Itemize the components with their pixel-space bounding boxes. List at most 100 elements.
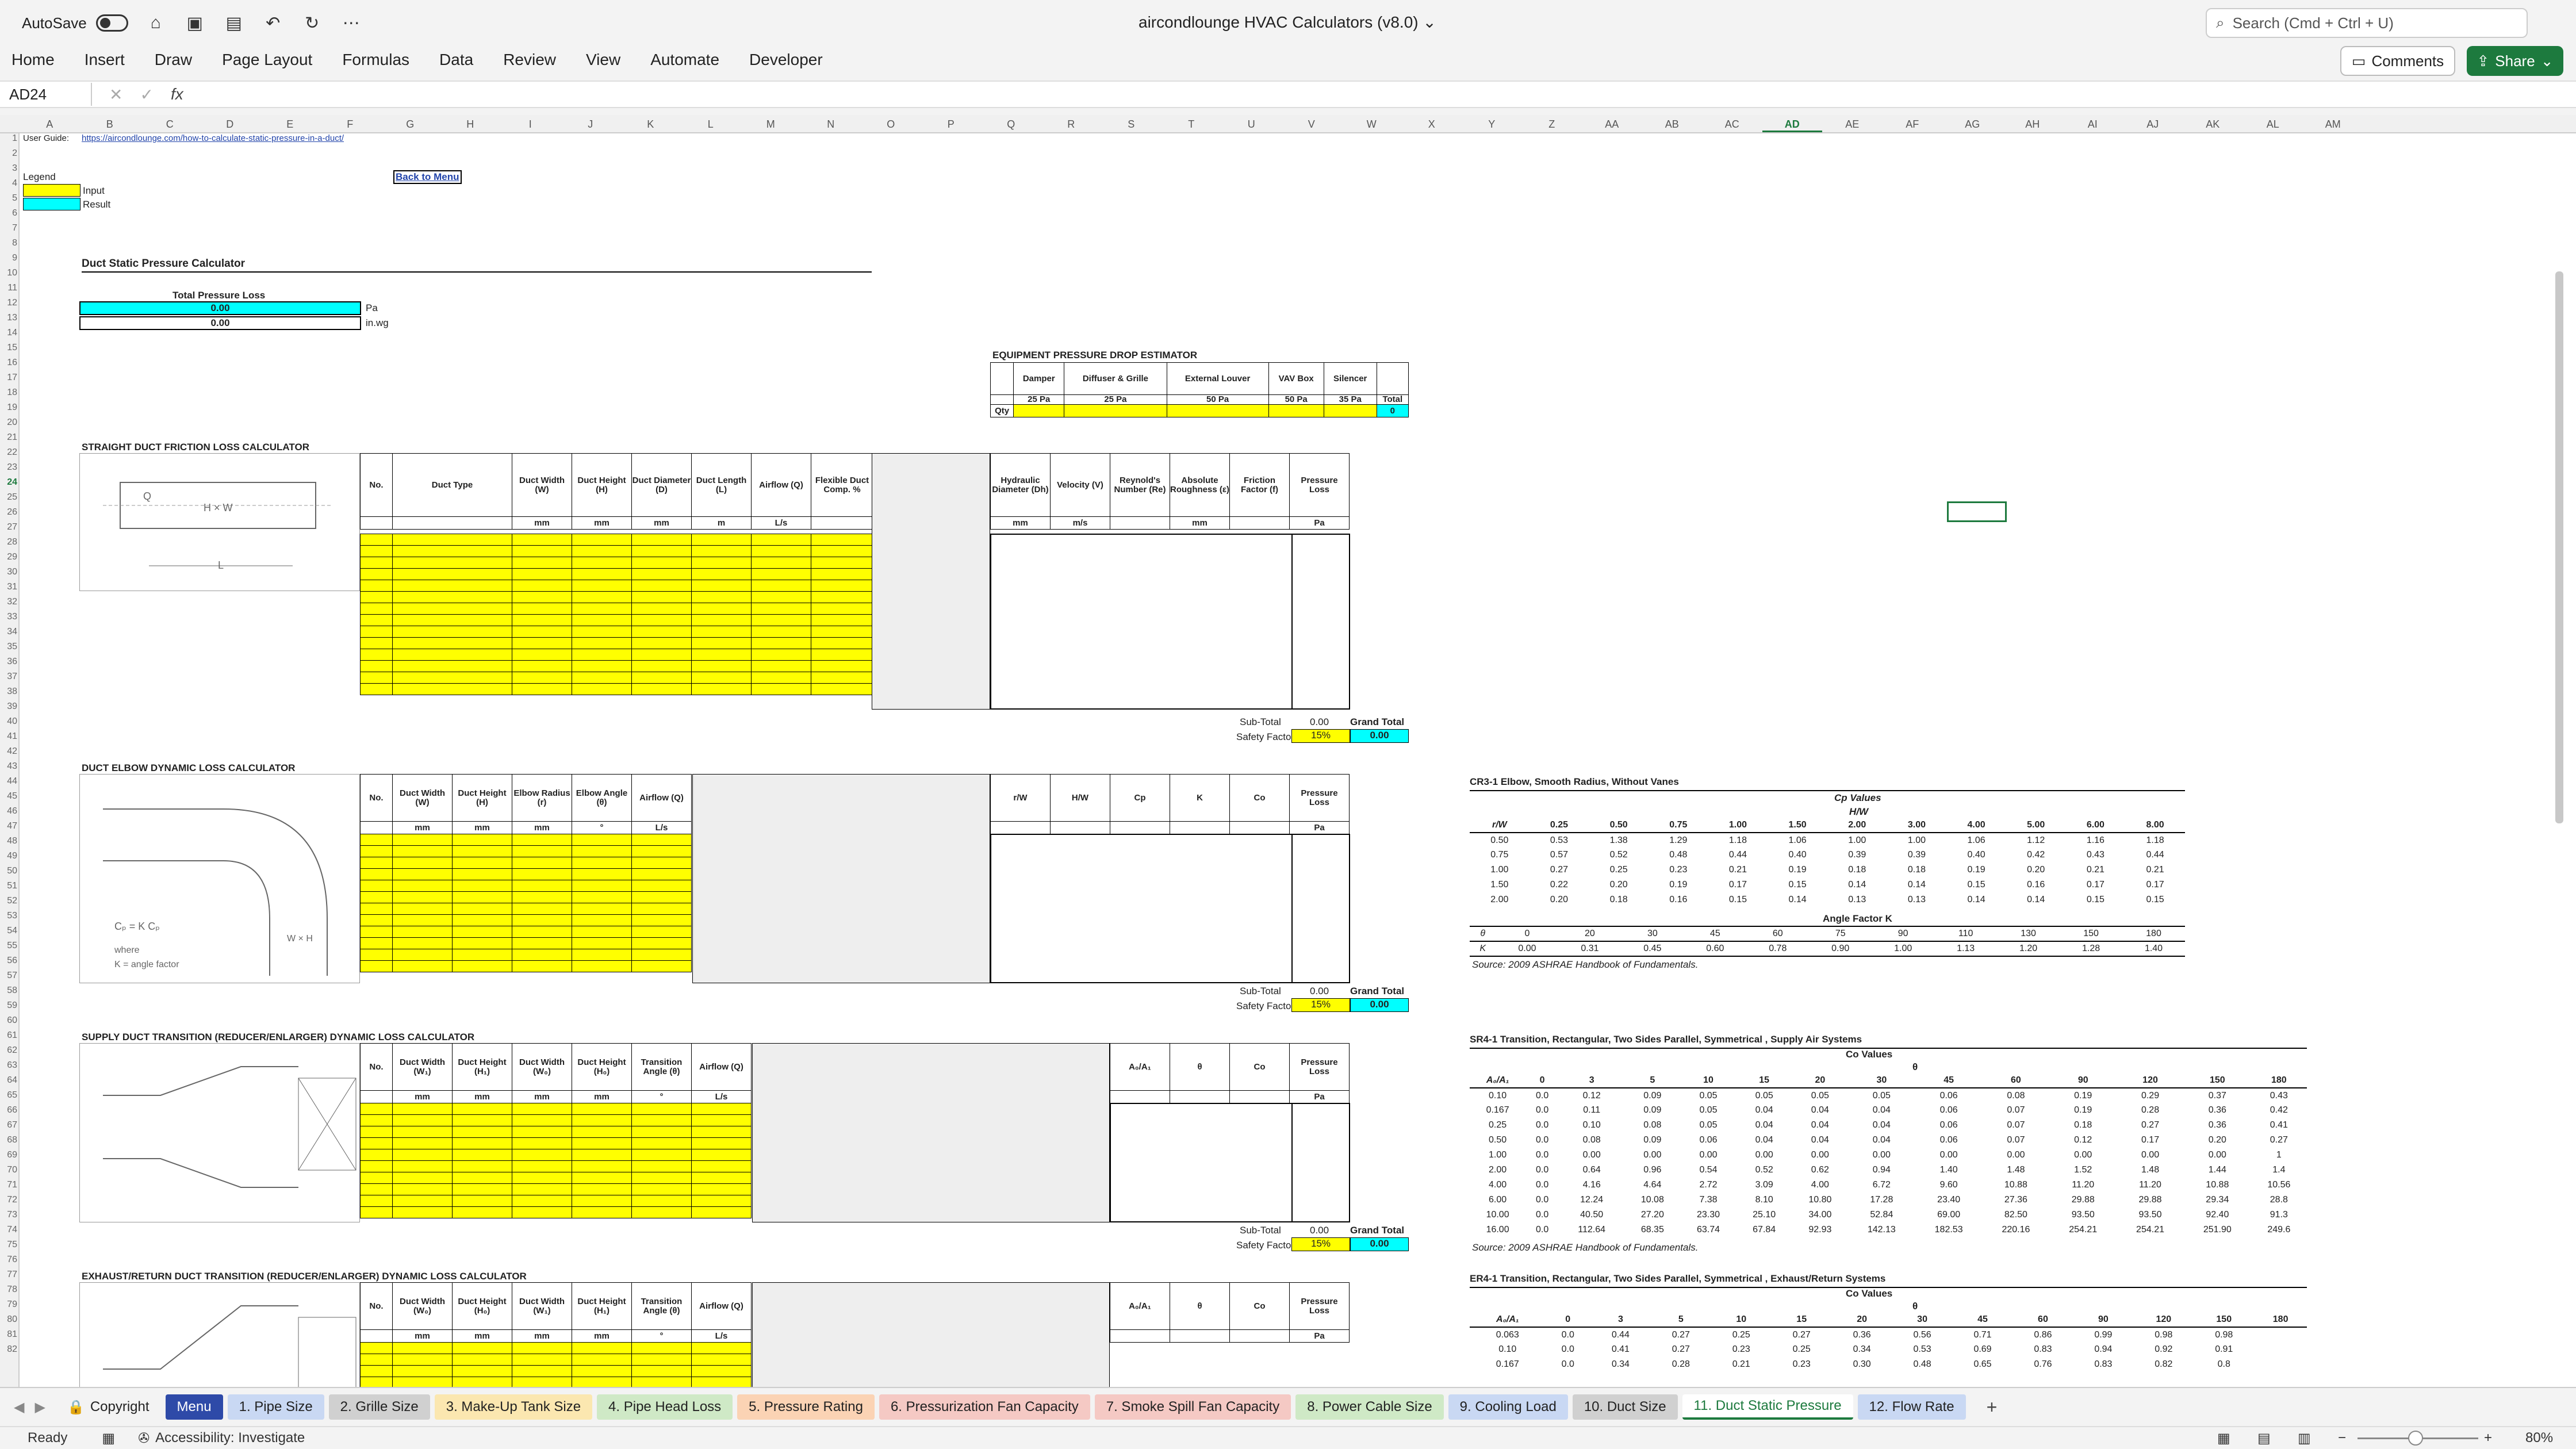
input-row[interactable]: [360, 557, 873, 569]
input-cell[interactable]: [572, 868, 632, 880]
row-number[interactable]: 2: [0, 148, 17, 159]
input-cell[interactable]: [572, 937, 632, 949]
input-cell[interactable]: [572, 545, 632, 557]
row-number[interactable]: 26: [0, 507, 17, 518]
macro-icon[interactable]: ▦: [102, 1430, 115, 1447]
input-cell[interactable]: [572, 637, 632, 649]
input-cell[interactable]: [572, 926, 632, 938]
input-cell[interactable]: [392, 1172, 453, 1184]
row-number[interactable]: 33: [0, 612, 17, 622]
input-row[interactable]: [360, 891, 692, 903]
input-cell[interactable]: [691, 603, 752, 615]
input-cell[interactable]: [691, 626, 752, 638]
ribbon-tab-review[interactable]: Review: [503, 51, 556, 69]
input-cell[interactable]: [631, 637, 692, 649]
input-cell[interactable]: [392, 591, 512, 603]
input-cell[interactable]: [631, 1354, 692, 1366]
input-row[interactable]: [360, 1365, 752, 1377]
input-cell[interactable]: [360, 1114, 393, 1126]
column-header-T[interactable]: T: [1162, 118, 1222, 131]
enter-icon[interactable]: ✓: [140, 85, 153, 104]
input-cell[interactable]: [360, 1103, 393, 1115]
input-cell[interactable]: [572, 1206, 632, 1218]
input-cell[interactable]: [631, 626, 692, 638]
row-number[interactable]: 25: [0, 492, 17, 503]
equip-qty-input[interactable]: [1013, 404, 1065, 417]
input-cell[interactable]: [691, 1183, 752, 1195]
input-cell[interactable]: [512, 683, 572, 695]
input-cell[interactable]: [360, 1365, 393, 1377]
input-cell[interactable]: [751, 660, 811, 672]
input-cell[interactable]: [452, 1149, 512, 1161]
row-number[interactable]: 62: [0, 1045, 17, 1056]
input-cell[interactable]: [512, 880, 572, 892]
zoom-level[interactable]: 80%: [2525, 1430, 2553, 1446]
column-header-E[interactable]: E: [260, 118, 320, 131]
input-cell[interactable]: [631, 603, 692, 615]
input-cell[interactable]: [631, 534, 692, 546]
row-number[interactable]: 58: [0, 986, 17, 996]
input-cell[interactable]: [392, 580, 512, 592]
input-row[interactable]: [360, 580, 873, 592]
input-cell[interactable]: [512, 834, 572, 846]
input-cell[interactable]: [751, 603, 811, 615]
column-header-Y[interactable]: Y: [1462, 118, 1522, 131]
input-cell[interactable]: [452, 926, 512, 938]
column-header-W[interactable]: W: [1341, 118, 1402, 131]
input-cell[interactable]: [572, 960, 632, 972]
column-header-AF[interactable]: AF: [1883, 118, 1943, 131]
input-cell[interactable]: [572, 834, 632, 846]
input-cell[interactable]: [392, 1126, 453, 1138]
equip-qty-input[interactable]: [1166, 404, 1269, 417]
input-cell[interactable]: [452, 1342, 512, 1354]
input-cell[interactable]: [392, 614, 512, 626]
input-cell[interactable]: [631, 1103, 692, 1115]
input-cell[interactable]: [392, 603, 512, 615]
row-number[interactable]: 32: [0, 597, 17, 607]
input-cell[interactable]: [811, 660, 873, 672]
row-number[interactable]: 56: [0, 956, 17, 966]
input-cell[interactable]: [512, 868, 572, 880]
input-cell[interactable]: [452, 914, 512, 926]
input-cell[interactable]: [512, 1195, 572, 1207]
input-cell[interactable]: [392, 683, 512, 695]
selected-cell[interactable]: [1947, 501, 2007, 522]
row-number[interactable]: 35: [0, 642, 17, 652]
equip-qty-input[interactable]: [1268, 404, 1324, 417]
input-cell[interactable]: [691, 545, 752, 557]
redo-icon[interactable]: ↻: [301, 12, 324, 34]
input-cell[interactable]: [572, 891, 632, 903]
zoom-slider-thumb[interactable]: [2408, 1431, 2423, 1446]
input-cell[interactable]: [572, 580, 632, 592]
column-header-AA[interactable]: AA: [1582, 118, 1642, 131]
input-cell[interactable]: [631, 845, 692, 857]
input-cell[interactable]: [751, 649, 811, 661]
input-cell[interactable]: [452, 880, 512, 892]
row-number[interactable]: 5: [0, 193, 17, 204]
column-header-AH[interactable]: AH: [2003, 118, 2063, 131]
input-cell[interactable]: [360, 626, 393, 638]
input-cell[interactable]: [572, 914, 632, 926]
row-number[interactable]: 38: [0, 687, 17, 697]
normal-view-icon[interactable]: ▦: [2217, 1430, 2230, 1447]
input-cell[interactable]: [572, 1103, 632, 1115]
input-cell[interactable]: [360, 580, 393, 592]
input-cell[interactable]: [512, 649, 572, 661]
input-cell[interactable]: [360, 949, 393, 961]
input-row[interactable]: [360, 926, 692, 938]
add-sheet-icon[interactable]: +: [1987, 1397, 1998, 1418]
input-cell[interactable]: [512, 568, 572, 580]
input-cell[interactable]: [392, 1206, 453, 1218]
input-row[interactable]: [360, 683, 873, 695]
input-cell[interactable]: [631, 672, 692, 684]
column-header-Z[interactable]: Z: [1522, 118, 1582, 131]
equip-qty-input[interactable]: [1064, 404, 1167, 417]
row-number[interactable]: 36: [0, 657, 17, 667]
input-cell[interactable]: [811, 557, 873, 569]
input-row[interactable]: [360, 1172, 752, 1184]
input-row[interactable]: [360, 868, 692, 880]
input-cell[interactable]: [512, 557, 572, 569]
input-cell[interactable]: [512, 1160, 572, 1172]
input-cell[interactable]: [360, 557, 393, 569]
input-cell[interactable]: [691, 1172, 752, 1184]
